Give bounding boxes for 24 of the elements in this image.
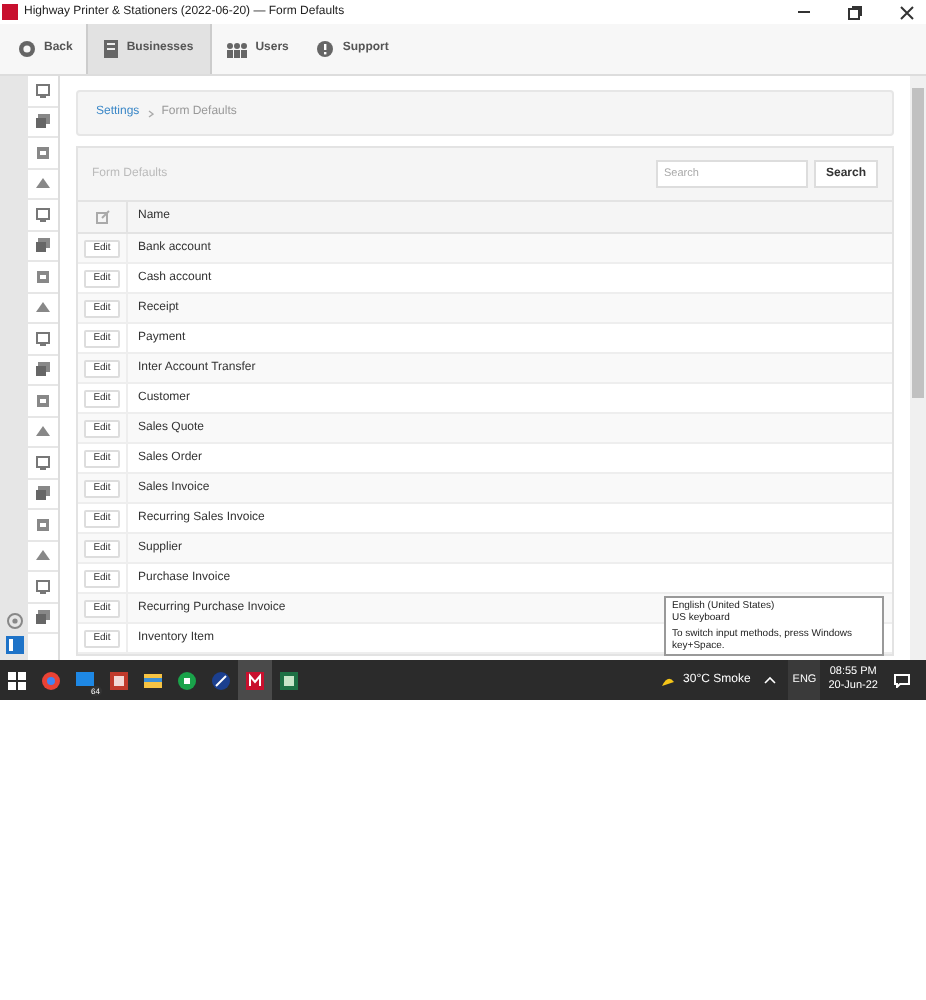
app-icon[interactable]	[110, 671, 128, 689]
eye-icon[interactable]	[5, 612, 23, 630]
weather-icon[interactable]	[659, 673, 676, 687]
notification-icon[interactable]	[894, 673, 910, 687]
scrollbar[interactable]	[910, 76, 926, 660]
help-icon	[316, 40, 335, 58]
spreadsheet-icon[interactable]	[280, 671, 298, 689]
monitor-icon[interactable]	[76, 671, 94, 689]
windows-icon[interactable]	[8, 671, 26, 689]
globe-icon[interactable]	[212, 671, 230, 689]
building-icon	[104, 40, 119, 58]
close-icon[interactable]	[900, 5, 914, 19]
back-icon	[18, 40, 36, 58]
monitor-icon[interactable]	[36, 83, 50, 98]
edit-icon	[95, 210, 109, 224]
minimize-icon[interactable]	[798, 10, 810, 14]
caret-icon[interactable]	[764, 676, 777, 684]
restore-icon[interactable]	[848, 5, 862, 19]
folder-icon[interactable]	[144, 671, 162, 689]
chevron-icon	[147, 109, 154, 117]
copy-icon[interactable]	[36, 114, 50, 129]
users-icon	[225, 41, 248, 57]
browser-icon[interactable]	[42, 671, 60, 689]
phone-icon[interactable]	[178, 671, 196, 689]
